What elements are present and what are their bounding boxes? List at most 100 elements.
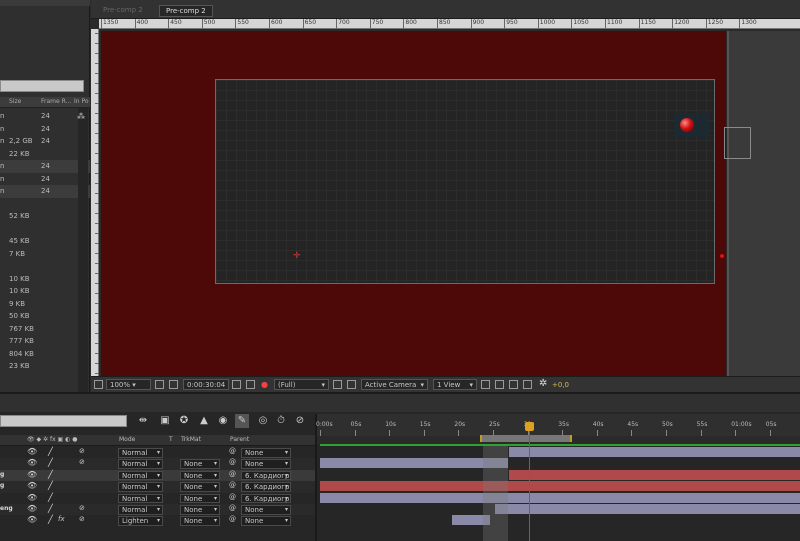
layer-duration-bar[interactable] <box>320 481 800 492</box>
motion-blur-icon[interactable]: ◉ <box>216 414 230 428</box>
exposure-value[interactable]: +0,0 <box>552 381 569 389</box>
blend-mode-select[interactable]: Normal ▾ <box>118 470 163 481</box>
project-item-row[interactable]: n 24 <box>0 160 90 173</box>
project-item-row[interactable] <box>0 223 90 236</box>
exposure-icon[interactable]: ✲ <box>539 378 547 389</box>
visibility-eye-icon[interactable]: 👁 <box>27 504 37 513</box>
timecode-display[interactable]: 0:00:30:04 <box>183 379 229 390</box>
pick-whip-icon[interactable]: @ <box>229 470 236 478</box>
quality-switch-icon[interactable]: ╱ <box>48 470 53 479</box>
layer-row[interactable]: 👁 ╱ Normal ▾ None ▾ @6. Кардиогр ▾ <box>0 492 315 504</box>
track-matte-select[interactable]: None ▾ <box>180 470 220 481</box>
collapse-switch-icon[interactable]: ⊘ <box>79 458 85 466</box>
project-item-row[interactable] <box>0 260 90 273</box>
frame-blending-icon[interactable]: ▲ <box>197 414 211 428</box>
layer-row[interactable]: g 👁 ╱ Normal ▾ None ▾ @6. Кардиогр ▾ <box>0 469 315 482</box>
layer-duration-bar[interactable] <box>495 504 800 514</box>
parent-select[interactable]: 6. Кардиогр ▾ <box>241 482 291 492</box>
track-matte-select[interactable]: None ▾ <box>180 482 220 492</box>
project-item-row[interactable] <box>0 198 90 211</box>
always-preview-icon[interactable] <box>94 380 103 389</box>
current-time-indicator-head[interactable] <box>525 422 534 431</box>
color-channels-icon[interactable]: ● <box>261 380 268 389</box>
column-mode[interactable]: Mode <box>119 436 135 443</box>
column-trkmat[interactable]: TrkMat <box>181 436 201 443</box>
blend-mode-select[interactable]: Normal ▾ <box>118 459 163 469</box>
grid-icon[interactable] <box>155 380 164 389</box>
quality-switch-icon[interactable]: ╱ <box>48 447 53 456</box>
work-area-bar[interactable] <box>480 435 572 442</box>
pick-whip-icon[interactable]: @ <box>229 447 236 455</box>
blend-mode-select[interactable]: Normal ▾ <box>118 448 163 458</box>
anchor-point-icon[interactable]: ✛ <box>293 251 301 261</box>
current-time-indicator[interactable] <box>529 422 530 541</box>
fast-preview-toggle-icon[interactable] <box>495 380 504 389</box>
layer-row[interactable]: g 👁 ╱ Normal ▾ None ▾ @6. Кардиогр ▾ <box>0 481 315 493</box>
pick-whip-icon[interactable]: @ <box>229 515 236 523</box>
camera-snapshot-icon[interactable] <box>232 380 241 389</box>
region-of-interest-icon[interactable] <box>169 380 178 389</box>
flowchart-view-icon[interactable] <box>523 380 532 389</box>
project-item-row[interactable]: 777 KB <box>0 335 90 348</box>
flowchart-icon[interactable]: ⁂ <box>77 112 85 121</box>
resolution-select[interactable]: (Full) ▾ <box>274 379 329 390</box>
show-snapshot-icon[interactable] <box>246 380 255 389</box>
project-item-row[interactable]: 52 KB <box>0 210 90 223</box>
pick-whip-icon[interactable]: @ <box>229 504 236 512</box>
visibility-eye-icon[interactable]: 👁 <box>27 515 37 524</box>
blend-mode-select[interactable]: Normal ▾ <box>118 482 163 492</box>
layer-row[interactable]: 👁 ╱ fx ⊘ Lighten ▾ None ▾ @ None ▾ <box>0 515 315 527</box>
timeline-search-input[interactable] <box>0 415 127 427</box>
project-search-input[interactable] <box>0 80 84 92</box>
track-matte-select[interactable]: None ▾ <box>180 516 220 526</box>
quality-switch-icon[interactable]: ╱ <box>48 515 53 524</box>
project-item-row[interactable]: 45 KB <box>0 235 90 248</box>
camera-select[interactable]: Active Camera ▾ <box>361 379 428 390</box>
collapse-switch-icon[interactable]: ⊘ <box>79 515 85 523</box>
blend-mode-select[interactable]: Normal ▾ <box>118 505 163 515</box>
quality-switch-icon[interactable]: ╱ <box>48 481 53 490</box>
project-item-row[interactable]: 23 KB <box>0 360 90 373</box>
zoom-select[interactable]: 100% ▾ <box>106 379 151 390</box>
project-tab-strip[interactable] <box>0 0 90 6</box>
brainstorm-icon[interactable]: ✎ <box>235 414 249 428</box>
pick-whip-icon[interactable]: @ <box>229 493 236 501</box>
project-item-row[interactable]: 22 KB <box>0 148 90 161</box>
collapse-switch-icon[interactable]: ⊘ <box>79 447 85 455</box>
composition-mini-flowchart-icon[interactable]: ⇹ <box>136 414 150 428</box>
project-item-row[interactable]: n 24 <box>0 173 90 186</box>
layer-duration-bar[interactable] <box>320 458 508 469</box>
pick-whip-icon[interactable]: @ <box>229 458 236 466</box>
transparency-grid-icon[interactable] <box>347 380 356 389</box>
quality-switch-icon[interactable]: ╱ <box>48 458 53 467</box>
project-item-row[interactable]: n 24 <box>0 185 90 198</box>
collapse-switch-icon[interactable]: ⊘ <box>79 504 85 512</box>
pick-whip-icon[interactable]: @ <box>229 481 236 489</box>
parent-select[interactable]: None ▾ <box>241 505 291 515</box>
track-matte-select[interactable]: None ▾ <box>180 459 220 469</box>
visibility-eye-icon[interactable]: 👁 <box>27 447 37 456</box>
project-item-row[interactable]: 804 KB <box>0 348 90 361</box>
layer-duration-bar[interactable] <box>320 492 800 503</box>
project-scrollbar[interactable] <box>78 108 88 392</box>
visibility-eye-icon[interactable]: 👁 <box>27 481 37 490</box>
project-item-row[interactable]: 10 KB <box>0 273 90 286</box>
column-track-t[interactable]: T <box>169 436 173 443</box>
project-item-row[interactable]: 50 KB <box>0 310 90 323</box>
parent-select[interactable]: 6. Кардиогр ▾ <box>241 493 291 504</box>
graph-editor-icon[interactable]: ◎ <box>256 414 270 428</box>
quality-switch-icon[interactable]: ╱ <box>48 493 53 502</box>
layer-row[interactable]: eng 👁 ╱ ⊘ Normal ▾ None ▾ @ None ▾ <box>0 504 315 516</box>
project-item-row[interactable]: 7 KB <box>0 248 90 261</box>
project-item-row[interactable]: 767 KB <box>0 323 90 336</box>
visibility-eye-icon[interactable]: 👁 <box>27 493 37 502</box>
toggle-pixel-aspect-icon[interactable] <box>481 380 490 389</box>
quality-switch-icon[interactable]: ╱ <box>48 504 53 513</box>
visibility-eye-icon[interactable]: 👁 <box>27 470 37 479</box>
hide-shy-layers-icon[interactable]: ✪ <box>177 414 191 428</box>
vertical-ruler[interactable] <box>91 29 99 376</box>
column-parent[interactable]: Parent <box>230 436 249 443</box>
tab-composition-inactive[interactable]: Pre-comp 2 <box>97 5 149 17</box>
effects-switch-icon[interactable]: fx <box>58 515 65 523</box>
project-item-row[interactable]: 10 KB <box>0 285 90 298</box>
